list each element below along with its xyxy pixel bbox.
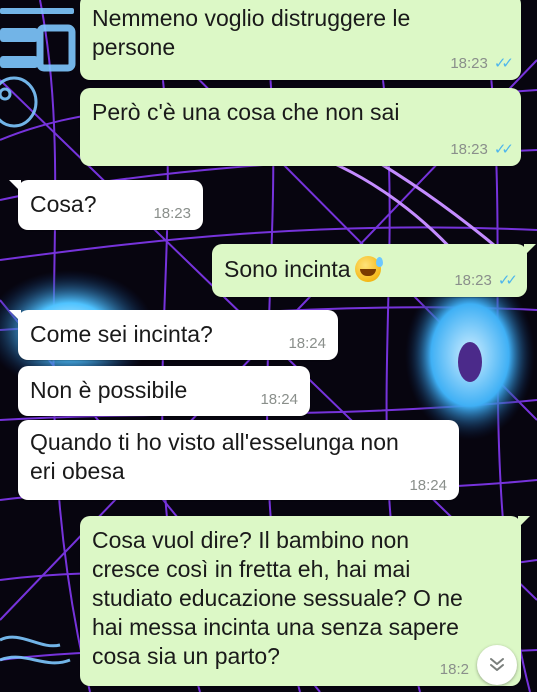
message-time: 18:23: [454, 272, 492, 289]
message-meta: 18:23 ✓✓: [450, 55, 514, 72]
message-time: 18:24: [288, 335, 326, 352]
message-incoming[interactable]: Non è possibile 18:24: [18, 366, 310, 416]
message-text: Sono incinta: [224, 256, 351, 282]
bubble-tail: [9, 180, 21, 192]
bubble-tail: [524, 244, 536, 256]
message-text: Cosa vuol dire? Il bambino non cresce co…: [92, 527, 463, 669]
message-time: 18:24: [260, 391, 298, 408]
message-time: 18:23: [450, 55, 488, 72]
chevron-double-down-icon: [488, 657, 506, 673]
message-text: Nemmeno voglio distruggere le persone: [92, 5, 411, 60]
sweat-smile-emoji: [354, 256, 383, 282]
message-text: Quando ti ho visto all'esselunga non eri…: [30, 429, 399, 484]
message-time: 18:2: [439, 661, 469, 678]
message-meta: 18:23 ✓✓: [450, 141, 514, 158]
message-outgoing[interactable]: Sono incinta 18:23 ✓✓: [212, 244, 536, 297]
scroll-to-bottom-button[interactable]: [477, 645, 517, 685]
double-check-icon: ✓✓: [493, 55, 514, 72]
chat-messages: Nemmeno voglio distruggere le persone 18…: [0, 0, 537, 692]
message-outgoing[interactable]: Però c'è una cosa che non sai 18:23 ✓✓: [80, 88, 521, 166]
message-text: Però c'è una cosa che non sai: [92, 99, 400, 125]
message-incoming[interactable]: Come sei incinta? 18:24: [9, 310, 338, 360]
bubble-tail: [9, 310, 21, 322]
chevron-double-down-svg: [490, 658, 504, 671]
message-time: 18:24: [409, 477, 447, 494]
double-check-icon: ✓✓: [497, 272, 518, 289]
message-time: 18:23: [153, 205, 191, 222]
message-time: 18:23: [450, 141, 488, 158]
message-text: Non è possibile: [30, 377, 188, 403]
message-incoming[interactable]: Cosa? 18:23: [9, 180, 203, 230]
message-meta: 18:23 ✓✓: [454, 272, 518, 289]
double-check-icon: ✓✓: [493, 141, 514, 158]
message-incoming[interactable]: Quando ti ho visto all'esselunga non eri…: [18, 420, 459, 500]
message-text: Come sei incinta?: [30, 321, 213, 347]
message-outgoing[interactable]: Nemmeno voglio distruggere le persone 18…: [80, 0, 521, 80]
message-outgoing[interactable]: Cosa vuol dire? Il bambino non cresce co…: [80, 516, 530, 686]
message-text-row: Sono incinta: [224, 256, 383, 282]
bubble-tail: [518, 516, 530, 528]
